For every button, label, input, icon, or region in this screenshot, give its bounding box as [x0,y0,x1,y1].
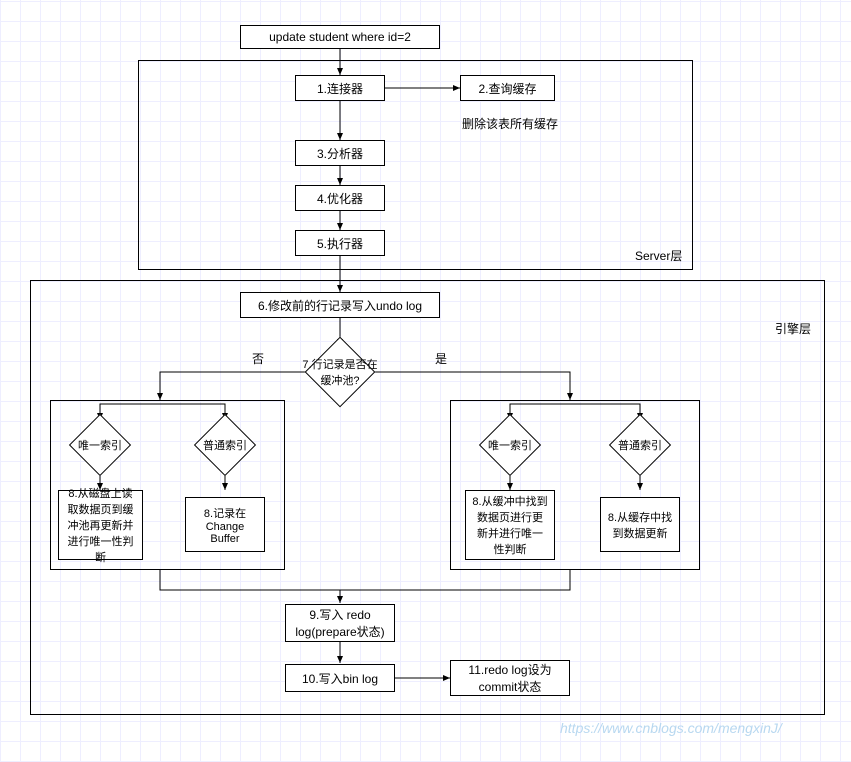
undo-log-text: 6.修改前的行记录写入undo log [258,297,422,314]
optimizer-box: 4.优化器 [295,185,385,211]
undo-log-box: 6.修改前的行记录写入undo log [240,292,440,318]
right-normal-box: 8.从缓存中找到数据更新 [600,497,680,552]
optimizer-text: 4.优化器 [317,190,363,207]
binlog-box: 10.写入bin log [285,664,395,692]
yes-label: 是 [435,350,447,367]
watermark-text: https://www.cnblogs.com/mengxinJ/ [560,720,782,736]
right-normal-box-text: 8.从缓存中找到数据更新 [607,509,673,541]
redo-log-prepare-box: 9.写入 redo log(prepare状态) [285,604,395,642]
connector-text: 1.连接器 [317,80,363,97]
redo-log-commit-box: 11.redo log设为commit状态 [450,660,570,696]
right-unique-box: 8.从缓冲中找到数据页进行更新并进行唯一性判断 [465,490,555,560]
left-unique-box-text: 8.从磁盘上读取数据页到缓冲池再更新并进行唯一性判断 [65,485,136,565]
cache-note: 删除该表所有缓存 [462,115,558,132]
redo-log-prepare-text: 9.写入 redo log(prepare状态) [292,606,388,640]
executor-text: 5.执行器 [317,235,363,252]
left-normal-box: 8.记录在Change Buffer [185,497,265,552]
parser-text: 3.分析器 [317,145,363,162]
redo-log-commit-text: 11.redo log设为commit状态 [457,661,563,695]
start-box: update student where id=2 [240,25,440,49]
executor-box: 5.执行器 [295,230,385,256]
parser-box: 3.分析器 [295,140,385,166]
server-container [138,60,693,270]
binlog-text: 10.写入bin log [302,670,378,687]
no-label: 否 [252,350,264,367]
engine-label: 引擎层 [775,320,811,337]
query-cache-text: 2.查询缓存 [478,80,536,97]
server-label: Server层 [635,247,682,264]
connector-box: 1.连接器 [295,75,385,101]
right-unique-box-text: 8.从缓冲中找到数据页进行更新并进行唯一性判断 [472,493,548,557]
query-cache-box: 2.查询缓存 [460,75,555,101]
start-text: update student where id=2 [269,30,411,44]
left-normal-box-text: 8.记录在Change Buffer [192,505,258,545]
left-unique-box: 8.从磁盘上读取数据页到缓冲池再更新并进行唯一性判断 [58,490,143,560]
